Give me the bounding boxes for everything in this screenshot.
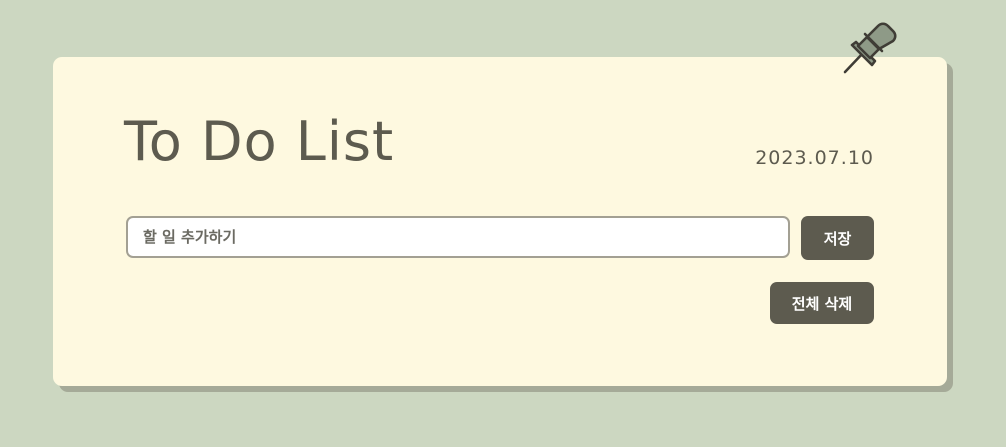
page: To Do List 2023.07.10 저장 전체 삭제 [0, 0, 1006, 447]
pushpin-icon [843, 22, 897, 74]
save-button[interactable]: 저장 [801, 216, 874, 260]
page-title: To Do List [124, 110, 395, 173]
clear-all-button[interactable]: 전체 삭제 [770, 282, 874, 324]
current-date: 2023.07.10 [755, 147, 874, 169]
todo-input[interactable] [126, 216, 790, 258]
